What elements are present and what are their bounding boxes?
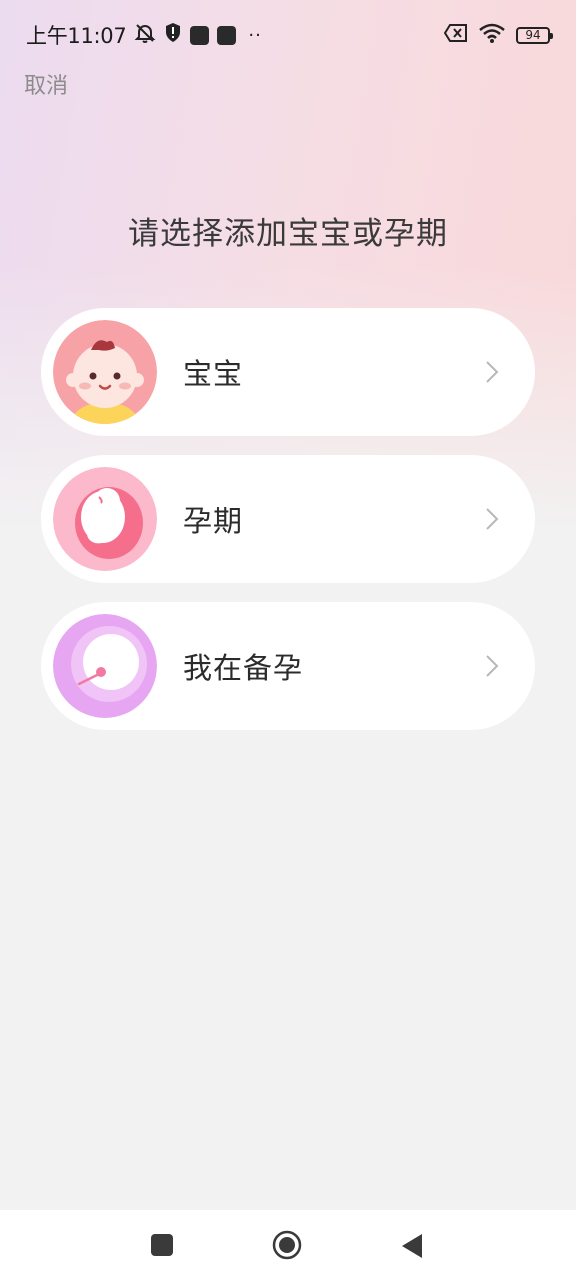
status-left: 上午11:07 ·· — [26, 20, 262, 50]
option-list: 宝宝 孕期 我在备孕 — [41, 308, 535, 749]
fetus-icon — [53, 467, 157, 571]
egg-sperm-icon — [53, 614, 157, 718]
wifi-icon — [478, 22, 506, 49]
status-bar: 上午11:07 ·· 94 — [0, 0, 576, 70]
app-screen: 上午11:07 ·· 94 取消 请选择添加宝宝或孕期 宝宝 孕期 我在备孕 — [0, 0, 576, 1210]
page-title: 请选择添加宝宝或孕期 — [128, 216, 448, 252]
baby-face-icon — [53, 320, 157, 424]
chevron-right-icon — [486, 361, 499, 383]
app-icon — [190, 25, 210, 45]
nav-bar — [0, 1210, 576, 1280]
chevron-right-icon — [486, 655, 499, 677]
mute-bell-icon — [134, 22, 156, 49]
app-icon — [217, 25, 237, 45]
status-right: 94 — [443, 22, 553, 49]
home-icon[interactable] — [272, 1230, 302, 1260]
shield-icon — [164, 22, 182, 48]
recent-apps-icon[interactable] — [150, 1233, 174, 1257]
option-pregnancy[interactable]: 孕期 — [41, 455, 535, 583]
option-label: 孕期 — [183, 504, 244, 538]
sim-off-icon — [443, 23, 468, 47]
option-preparing[interactable]: 我在备孕 — [41, 602, 535, 730]
option-baby[interactable]: 宝宝 — [41, 308, 535, 436]
cancel-button[interactable]: 取消 — [24, 68, 68, 100]
back-icon[interactable] — [400, 1233, 424, 1259]
chevron-right-icon — [486, 508, 499, 530]
battery-icon: 94 — [516, 26, 553, 44]
option-label: 我在备孕 — [183, 651, 304, 685]
status-time: 上午11:07 — [26, 24, 127, 48]
option-label: 宝宝 — [183, 357, 244, 391]
more-dots-icon: ·· — [248, 24, 262, 46]
